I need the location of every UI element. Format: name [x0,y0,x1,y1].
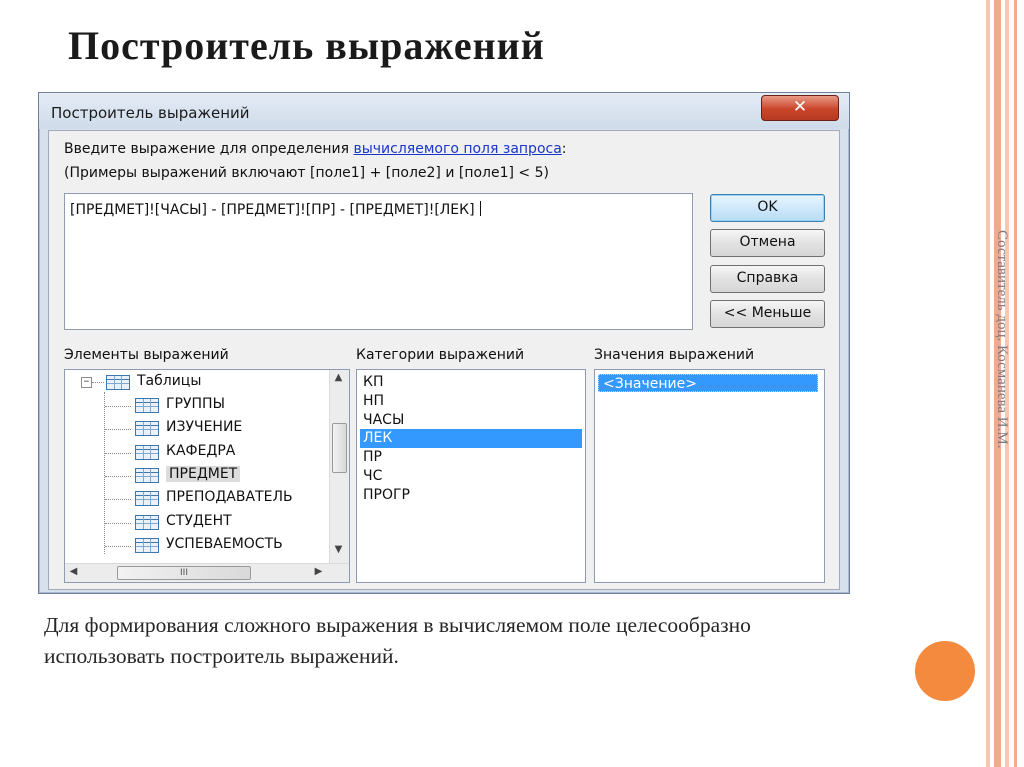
slide-title: Построитель выражений [68,23,545,68]
category-item[interactable]: ЧС [360,467,582,486]
text-caret [479,201,481,216]
calculated-field-link[interactable]: вычисляемого поля запроса [353,141,561,157]
category-item[interactable]: КП [360,373,582,392]
scroll-thumb[interactable] [332,423,347,473]
tree-item-label: ИЗУЧЕНИЕ [166,419,243,436]
scroll-thumb-horizontal[interactable]: III [117,566,251,580]
tree-item-label: УСПЕВАЕМОСТЬ [166,535,283,552]
table-icon [135,398,159,413]
tree-connector [105,499,131,501]
categories-list[interactable]: КП НП ЧАСЫ ЛЕК ПР ЧС ПРОГР [356,369,586,583]
tree-item-label: СТУДЕНТ [166,512,232,529]
tree-item-label: КАФЕДРА [166,442,236,459]
cancel-button[interactable]: Отмена [710,229,825,257]
category-item[interactable]: ЧАСЫ [360,411,582,430]
values-label: Значения выражений [594,347,755,363]
tree-connector [105,522,131,524]
prompt-colon: : [561,141,567,157]
tree-item-label: ПРЕДМЕТ [166,465,241,482]
value-item-selected[interactable]: <Значение> [598,374,818,392]
tree-connector [105,545,131,547]
expression-prompt: Введите выражение для определения вычисл… [64,141,567,157]
expression-text: [ПРЕДМЕТ]![ЧАСЫ] - [ПРЕДМЕТ]![ПР] - [ПРЕ… [70,202,475,218]
close-icon: ✕ [792,97,808,117]
table-icon [135,537,159,553]
examples-text: (Примеры выражений включают [поле1] + [п… [64,165,549,181]
tree-connector [92,382,104,383]
close-button[interactable]: ✕ [761,95,839,121]
category-item[interactable]: ПР [360,448,582,467]
category-item[interactable]: ПРОГР [360,486,582,505]
slide-description: Для формирования сложного выражения в вы… [44,613,751,668]
category-item[interactable]: НП [360,392,582,411]
scroll-left-icon[interactable]: ◀ [65,566,82,577]
help-button[interactable]: Справка [710,265,825,293]
horizontal-scrollbar[interactable]: ◀ III ▶ [65,563,349,582]
scroll-right-icon[interactable]: ▶ [310,566,327,577]
vertical-scrollbar[interactable]: ▲ ▼ [329,370,349,563]
scroll-down-icon[interactable]: ▼ [330,544,347,555]
scroll-up-icon[interactable]: ▲ [330,372,347,383]
expression-input[interactable]: [ПРЕДМЕТ]![ЧАСЫ] - [ПРЕДМЕТ]![ПР] - [ПРЕ… [64,193,693,330]
prompt-text: Введите выражение для определения [64,141,354,157]
tree-connector [105,429,131,431]
collapse-icon[interactable]: − [81,377,92,388]
ok-button[interactable]: OK [710,194,825,222]
dialog-titlebar[interactable]: Построитель выражений ✕ [39,93,849,129]
values-list[interactable]: <Значение> [594,369,825,583]
elements-label: Элементы выражений [64,347,229,363]
tree-item-label: Таблицы [137,373,202,389]
table-icon [106,375,130,390]
table-icon [135,514,159,530]
grip-icon: III [180,568,188,578]
table-icon [135,421,159,437]
table-icon [135,467,159,483]
tree-connector [105,475,131,477]
categories-label: Категории выражений [356,347,525,363]
less-button[interactable]: << Меньше [710,300,825,328]
category-item[interactable]: ЛЕК [360,429,582,449]
tree-connector [105,406,131,407]
tree-connector [105,452,131,454]
dialog-title: Построитель выражений [51,104,250,122]
expression-builder-dialog: Построитель выражений ✕ Введите выражени… [38,92,850,594]
tree-connector [104,392,105,554]
tree-item-label: ПРЕПОДАВАТЕЛЬ [166,489,293,506]
decorative-circle [915,641,975,701]
table-icon [135,491,159,507]
author-note: Составитель доц. Косманева И.М. [994,230,1010,449]
elements-tree[interactable]: − Таблицы ГРУППЫ ИЗУЧЕНИЕ КАФЕДРА ПРЕДМЕТ ПР… [64,369,350,583]
tree-item-label: ГРУППЫ [166,396,225,412]
dialog-client-area: Введите выражение для определения вычисл… [48,130,840,590]
table-icon [135,444,159,460]
